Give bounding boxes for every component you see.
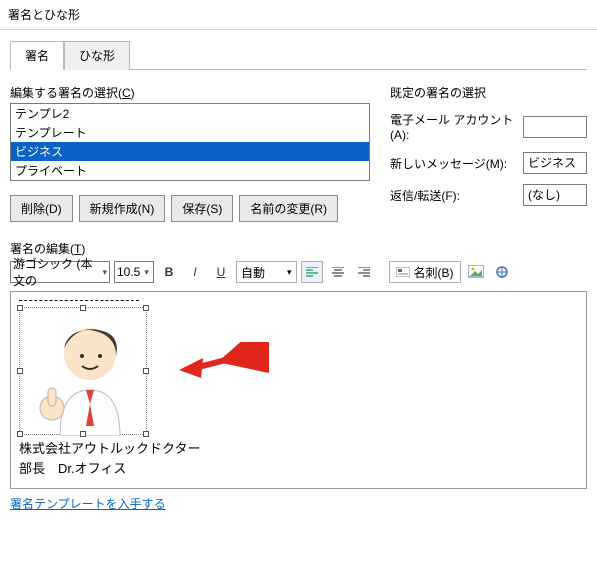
signature-text[interactable]: 株式会社アウトルックドクター 部長 Dr.オフィス bbox=[19, 439, 578, 478]
link-icon bbox=[494, 265, 510, 279]
editor-toolbar: 游ゴシック (本文の▾ 10.5 ▾ B I U 自動 ▾ bbox=[10, 261, 587, 283]
person-illustration bbox=[20, 308, 148, 436]
label-mnemonic: C bbox=[122, 86, 131, 100]
insert-link-button[interactable] bbox=[491, 261, 513, 283]
chevron-down-icon: ▾ bbox=[144, 267, 149, 278]
signature-list-section: 編集する署名の選択(C) テンプレ2 テンプレート ビジネス プライベート 削除… bbox=[10, 84, 370, 236]
image-icon bbox=[468, 265, 484, 279]
label-post: ) bbox=[131, 86, 135, 100]
row-account: 電子メール アカウント(A): bbox=[390, 111, 587, 142]
tabstrip: 署名 ひな形 bbox=[10, 40, 587, 70]
window-title: 署名とひな形 bbox=[0, 0, 597, 30]
align-left-icon bbox=[306, 267, 318, 277]
chevron-down-icon: ▾ bbox=[102, 267, 107, 278]
account-select[interactable] bbox=[523, 116, 587, 138]
font-color-select[interactable]: 自動 ▾ bbox=[236, 261, 297, 283]
font-name: 游ゴシック (本文の bbox=[13, 255, 98, 289]
list-item[interactable]: ビジネス bbox=[11, 142, 369, 161]
card-label: 名刺(B) bbox=[414, 264, 454, 281]
signature-listbox[interactable]: テンプレ2 テンプレート ビジネス プライベート bbox=[10, 103, 370, 181]
row-newmsg: 新しいメッセージ(M): ビジネス bbox=[390, 152, 587, 174]
delete-button[interactable]: 削除(D) bbox=[10, 195, 73, 222]
card-icon bbox=[396, 267, 410, 277]
new-button[interactable]: 新規作成(N) bbox=[79, 195, 166, 222]
align-center-icon bbox=[332, 267, 344, 277]
resize-handle[interactable] bbox=[80, 305, 86, 311]
resize-handle[interactable] bbox=[143, 368, 149, 374]
rename-button[interactable]: 名前の変更(R) bbox=[239, 195, 338, 222]
list-item[interactable]: プライベート bbox=[11, 161, 369, 180]
fontsize-select[interactable]: 10.5 ▾ bbox=[114, 261, 154, 283]
signature-dialog: 署名とひな形 署名 ひな形 編集する署名の選択(C) テンプレ2 テンプレート … bbox=[0, 0, 597, 568]
align-center-button[interactable] bbox=[327, 261, 349, 283]
upper-columns: 編集する署名の選択(C) テンプレ2 テンプレート ビジネス プライベート 削除… bbox=[10, 84, 587, 236]
italic-button[interactable]: I bbox=[184, 261, 206, 283]
account-label: 電子メール アカウント(A): bbox=[390, 111, 515, 142]
align-right-button[interactable] bbox=[353, 261, 375, 283]
signature-list-label: 編集する署名の選択(C) bbox=[10, 84, 370, 101]
business-card-button[interactable]: 名刺(B) bbox=[389, 261, 461, 283]
row-reply: 返信/転送(F): (なし) bbox=[390, 184, 587, 206]
signature-image-selected[interactable] bbox=[19, 307, 147, 435]
reply-label: 返信/転送(F): bbox=[390, 187, 515, 204]
signature-content-area[interactable]: 株式会社アウトルックドクター 部長 Dr.オフィス bbox=[10, 291, 587, 489]
role-line: 部長 Dr.オフィス bbox=[19, 459, 578, 479]
save-button[interactable]: 保存(S) bbox=[171, 195, 233, 222]
bold-button[interactable]: B bbox=[158, 261, 180, 283]
annotation-arrow bbox=[179, 342, 269, 382]
tab-template[interactable]: ひな形 bbox=[64, 41, 130, 70]
list-item[interactable]: テンプレ2 bbox=[11, 104, 369, 123]
default-signature-section: 既定の署名の選択 電子メール アカウント(A): 新しいメッセージ(M): ビジ… bbox=[390, 84, 587, 236]
default-header: 既定の署名の選択 bbox=[390, 84, 587, 101]
label-pre: 編集する署名の選択( bbox=[10, 86, 122, 100]
color-label: 自動 bbox=[241, 264, 265, 281]
align-left-button[interactable] bbox=[301, 261, 323, 283]
dialog-body: 署名 ひな形 編集する署名の選択(C) テンプレ2 テンプレート ビジネス プラ… bbox=[0, 30, 597, 522]
font-size: 10.5 bbox=[117, 265, 140, 279]
label-pre: 署名の編集( bbox=[10, 242, 74, 256]
chevron-down-icon: ▾ bbox=[287, 267, 292, 278]
resize-handle[interactable] bbox=[17, 431, 23, 437]
newmsg-label: 新しいメッセージ(M): bbox=[390, 155, 515, 172]
insert-image-button[interactable] bbox=[465, 261, 487, 283]
resize-handle[interactable] bbox=[143, 431, 149, 437]
list-buttons: 削除(D) 新規作成(N) 保存(S) 名前の変更(R) bbox=[10, 195, 370, 222]
align-right-icon bbox=[358, 267, 370, 277]
resize-handle[interactable] bbox=[143, 305, 149, 311]
tab-signature[interactable]: 署名 bbox=[10, 41, 64, 70]
signature-editor-section: 署名の編集(T) 游ゴシック (本文の▾ 10.5▾ B I U 自動▾ bbox=[10, 240, 587, 512]
separator-line bbox=[19, 300, 139, 301]
label-post: ) bbox=[81, 242, 85, 256]
resize-handle[interactable] bbox=[17, 368, 23, 374]
reply-select[interactable]: (なし) bbox=[523, 184, 587, 206]
get-templates-link[interactable]: 署名テンプレートを入手する bbox=[10, 495, 166, 512]
list-item[interactable]: テンプレート bbox=[11, 123, 369, 142]
font-select[interactable]: 游ゴシック (本文の▾ bbox=[10, 261, 110, 283]
company-line: 株式会社アウトルックドクター bbox=[19, 439, 578, 459]
underline-button[interactable]: U bbox=[210, 261, 232, 283]
resize-handle[interactable] bbox=[80, 431, 86, 437]
resize-handle[interactable] bbox=[17, 305, 23, 311]
newmsg-select[interactable]: ビジネス bbox=[523, 152, 587, 174]
